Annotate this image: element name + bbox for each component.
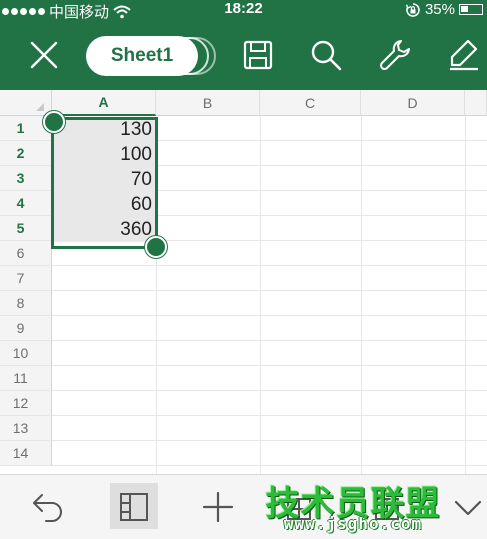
select-all-corner[interactable] bbox=[0, 90, 52, 116]
row-header[interactable]: 5 bbox=[0, 216, 52, 241]
row-header[interactable]: 12 bbox=[0, 391, 52, 416]
row-header[interactable]: 7 bbox=[0, 266, 52, 291]
battery-icon bbox=[459, 4, 483, 15]
edit-icon[interactable] bbox=[446, 37, 482, 73]
add-icon[interactable] bbox=[200, 489, 236, 525]
sheet-tab-group[interactable]: Sheet1 bbox=[86, 36, 216, 76]
gridline bbox=[52, 315, 487, 316]
row-header[interactable]: 14 bbox=[0, 441, 52, 466]
search-icon[interactable] bbox=[308, 37, 344, 73]
chevron-down-icon[interactable] bbox=[450, 489, 486, 525]
gridline bbox=[52, 365, 487, 366]
row-header[interactable]: 11 bbox=[0, 366, 52, 391]
column-header-e-partial[interactable] bbox=[465, 90, 487, 116]
select-all-triangle-icon bbox=[36, 103, 44, 111]
column-header-c[interactable]: C bbox=[260, 90, 361, 116]
column-header-b[interactable]: B bbox=[156, 90, 260, 116]
status-right: 35% bbox=[405, 1, 483, 18]
row-header[interactable]: 6 bbox=[0, 241, 52, 266]
toolbar: Sheet1 bbox=[0, 20, 487, 90]
gridline bbox=[465, 116, 466, 474]
status-bar: 中国移动 18:22 35% bbox=[0, 0, 487, 21]
row-header[interactable]: 3 bbox=[0, 166, 52, 191]
selection-handle-top-left[interactable] bbox=[43, 111, 65, 133]
gridline bbox=[52, 265, 487, 266]
gridline bbox=[260, 116, 261, 474]
wrench-icon[interactable] bbox=[377, 37, 413, 73]
row-header[interactable]: 2 bbox=[0, 141, 52, 166]
battery-percent: 35% bbox=[424, 1, 455, 18]
selection-outline bbox=[51, 117, 158, 249]
rotation-lock-icon bbox=[405, 2, 420, 17]
column-header-a[interactable]: A bbox=[52, 90, 156, 116]
excel-app: 中国移动 18:22 35% Sheet1 A B C D 1 2 3 4 5 … bbox=[0, 0, 487, 539]
gridline bbox=[52, 290, 487, 291]
watermark-url-text: www.jsgho.com bbox=[283, 514, 423, 533]
row-header[interactable]: 9 bbox=[0, 316, 52, 341]
freeze-panes-icon[interactable] bbox=[116, 489, 152, 525]
close-icon[interactable] bbox=[26, 37, 62, 73]
spreadsheet-grid[interactable]: A B C D 1 2 3 4 5 6 7 8 9 10 11 12 13 14 bbox=[0, 90, 487, 474]
gridline bbox=[361, 116, 362, 474]
sheet-tab-active[interactable]: Sheet1 bbox=[86, 36, 198, 76]
save-icon[interactable] bbox=[240, 37, 276, 73]
gridline bbox=[52, 465, 487, 466]
undo-icon[interactable] bbox=[30, 489, 66, 525]
selection-handle-bottom-right[interactable] bbox=[145, 236, 167, 258]
row-header[interactable]: 13 bbox=[0, 416, 52, 441]
row-header[interactable]: 8 bbox=[0, 291, 52, 316]
battery-fill bbox=[461, 6, 468, 12]
watermark: 技术员联盟 www.jsgho.com bbox=[258, 476, 448, 536]
row-header[interactable]: 4 bbox=[0, 191, 52, 216]
gridline bbox=[52, 440, 487, 441]
column-header-d[interactable]: D bbox=[361, 90, 465, 116]
gridline bbox=[52, 340, 487, 341]
gridline bbox=[52, 390, 487, 391]
row-header[interactable]: 10 bbox=[0, 341, 52, 366]
gridline bbox=[52, 415, 487, 416]
